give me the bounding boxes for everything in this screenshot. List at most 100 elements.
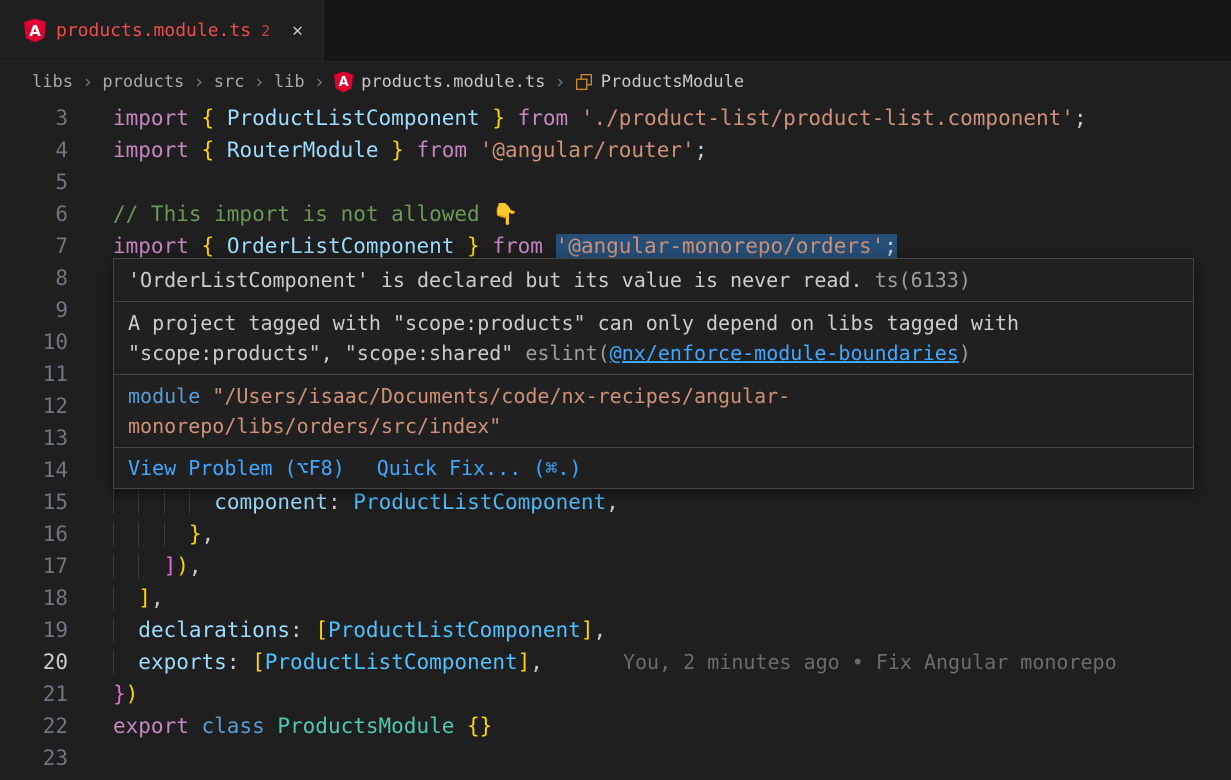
- code-line[interactable]: 22 export class ProductsModule {}: [0, 710, 1231, 742]
- breadcrumb-separator-icon: ›: [82, 71, 93, 93]
- code-content: }): [113, 678, 138, 710]
- ts-error-message: 'OrderListComponent' is declared but its…: [128, 268, 863, 292]
- line-number[interactable]: 12: [0, 390, 68, 422]
- line-number[interactable]: 7: [0, 230, 68, 262]
- tab-close-icon[interactable]: ✕: [292, 20, 303, 41]
- code-content: import { RouterModule } from '@angular/r…: [113, 134, 707, 166]
- code-line[interactable]: 6 // This import is not allowed 👇: [0, 198, 1231, 230]
- code-token: ,: [151, 586, 164, 610]
- line-number[interactable]: 23: [0, 742, 68, 774]
- code-token: }: [454, 234, 479, 258]
- line-number[interactable]: 17: [0, 550, 68, 582]
- code-token: ,: [606, 490, 619, 514]
- code-content: export class ProductsModule {}: [113, 710, 492, 742]
- breadcrumb-item[interactable]: src: [214, 72, 245, 92]
- breadcrumb-separator-icon: ›: [193, 71, 204, 93]
- breadcrumb-item[interactable]: libs: [32, 72, 73, 92]
- vscode-window: A products.module.ts 2 ✕ libs › products › s…: [0, 0, 1231, 780]
- code-token: from: [404, 138, 480, 162]
- code-token: from: [505, 106, 581, 130]
- breadcrumb-item[interactable]: Aproducts.module.ts: [334, 72, 545, 93]
- line-number[interactable]: 11: [0, 358, 68, 390]
- code-content: declarations: [ProductListComponent],: [113, 614, 606, 646]
- module-path-line2: monorepo/libs/orders/src/index": [128, 414, 501, 438]
- code-content: component: ProductListComponent,: [113, 486, 619, 518]
- eslint-message-line2: "scope:products", "scope:shared" eslint(…: [128, 338, 1179, 368]
- breadcrumb-item[interactable]: ProductsModule: [575, 72, 744, 92]
- code-token: '@angular-monorepo/orders': [556, 234, 885, 258]
- code-line[interactable]: 20 exports: [ProductListComponent],You, …: [0, 646, 1231, 678]
- line-number[interactable]: 21: [0, 678, 68, 710]
- module-keyword: module: [128, 384, 200, 408]
- code-content: exports: [ProductListComponent],You, 2 m…: [113, 646, 1117, 678]
- code-token: :: [290, 618, 315, 642]
- code-token: // This import is not allowed 👇: [113, 202, 518, 226]
- breadcrumb-label: ProductsModule: [601, 72, 744, 92]
- indent-guide: [113, 522, 138, 546]
- code-line[interactable]: 15 component: ProductListComponent,: [0, 486, 1231, 518]
- code-token: import: [113, 138, 202, 162]
- indent-guide: [113, 650, 138, 674]
- code-token: '@angular/router': [480, 138, 695, 162]
- quick-fix-action[interactable]: Quick Fix... (⌘.): [377, 453, 582, 483]
- code-token: }: [189, 522, 202, 546]
- module-info-line1: module "/Users/isaac/Documents/code/nx-r…: [128, 381, 1179, 411]
- code-line[interactable]: 16 },: [0, 518, 1231, 550]
- line-number[interactable]: 8: [0, 262, 68, 294]
- code-token: ProductListComponent: [353, 490, 606, 514]
- line-number[interactable]: 16: [0, 518, 68, 550]
- breadcrumb-label: products: [102, 72, 184, 92]
- code-token: :: [328, 490, 353, 514]
- line-number[interactable]: 19: [0, 614, 68, 646]
- breadcrumb-item[interactable]: lib: [274, 72, 305, 92]
- code-token: {: [202, 234, 227, 258]
- eslint-source-close: ): [959, 341, 971, 365]
- code-line[interactable]: 18 ],: [0, 582, 1231, 614]
- code-token: [: [315, 618, 328, 642]
- line-number[interactable]: 14: [0, 454, 68, 486]
- line-number[interactable]: 20: [0, 646, 68, 678]
- breadcrumb-separator-icon: ›: [314, 71, 325, 93]
- line-number[interactable]: 3: [0, 102, 68, 134]
- breadcrumb-item[interactable]: products: [102, 72, 184, 92]
- line-number[interactable]: 13: [0, 422, 68, 454]
- ts-error-code: ts(6133): [875, 268, 971, 292]
- tab-products-module[interactable]: A products.module.ts 2 ✕: [0, 0, 324, 61]
- tab-bar: A products.module.ts 2 ✕: [0, 0, 1231, 62]
- indent-guide: [138, 554, 163, 578]
- eslint-message-line2-text: "scope:products", "scope:shared": [128, 341, 525, 365]
- code-token: ,: [530, 650, 543, 674]
- line-number[interactable]: 15: [0, 486, 68, 518]
- line-number[interactable]: 18: [0, 582, 68, 614]
- breadcrumb-separator-icon: ›: [253, 71, 264, 93]
- breadcrumb-separator-icon: ›: [554, 71, 565, 93]
- code-line[interactable]: 23: [0, 742, 1231, 774]
- code-token: {: [202, 106, 227, 130]
- eslint-rule-link[interactable]: @nx/enforce-module-boundaries: [610, 341, 959, 365]
- line-number[interactable]: 22: [0, 710, 68, 742]
- line-number[interactable]: 4: [0, 134, 68, 166]
- indent-guide: [138, 522, 163, 546]
- code-line[interactable]: 5: [0, 166, 1231, 198]
- code-line[interactable]: 4 import { RouterModule } from '@angular/…: [0, 134, 1231, 166]
- line-number[interactable]: 5: [0, 166, 68, 198]
- diagnostic-hover-popup: 'OrderListComponent' is declared but its…: [113, 258, 1194, 489]
- code-line[interactable]: 21}): [0, 678, 1231, 710]
- code-token: ProductsModule: [277, 714, 454, 738]
- view-problem-action[interactable]: View Problem (⌥F8): [128, 453, 345, 483]
- line-number[interactable]: 9: [0, 294, 68, 326]
- line-number[interactable]: 10: [0, 326, 68, 358]
- code-line[interactable]: 17 ]),: [0, 550, 1231, 582]
- code-line[interactable]: 19 declarations: [ProductListComponent],: [0, 614, 1231, 646]
- code-token: ]: [581, 618, 594, 642]
- indent-guide: [113, 618, 138, 642]
- code-token: declarations: [138, 618, 290, 642]
- angular-icon: A: [24, 19, 46, 43]
- code-content: },: [113, 518, 214, 550]
- ts-error-section: 'OrderListComponent' is declared but its…: [114, 259, 1193, 301]
- code-line[interactable]: 3import { ProductListComponent } from '.…: [0, 102, 1231, 134]
- code-token: component: [214, 490, 328, 514]
- line-number[interactable]: 6: [0, 198, 68, 230]
- indent-guide: [113, 554, 138, 578]
- editor[interactable]: 3import { ProductListComponent } from '.…: [0, 102, 1231, 780]
